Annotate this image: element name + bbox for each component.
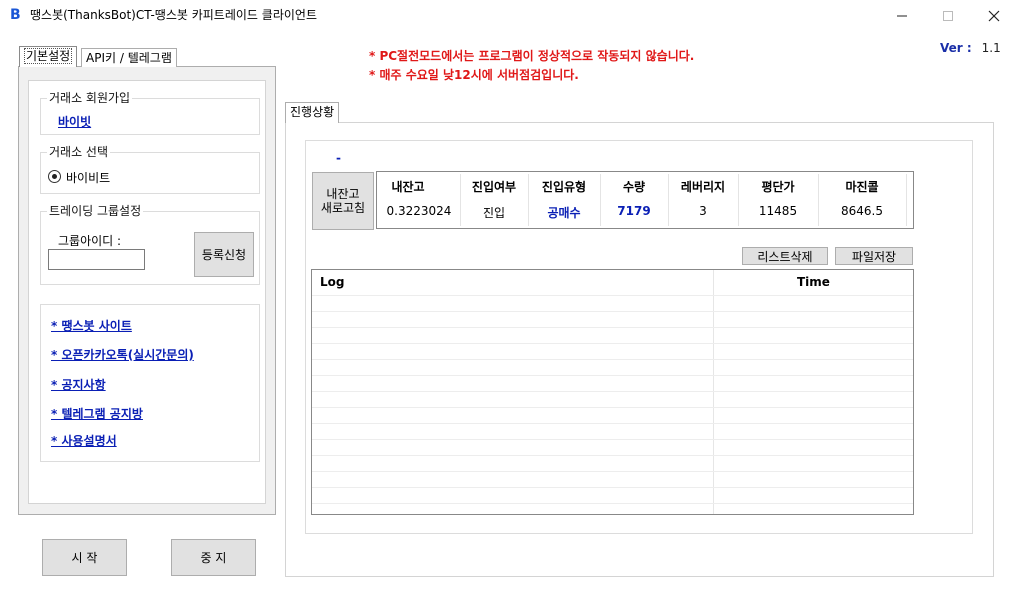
value-margin-call: 8646.5 <box>841 204 883 218</box>
tab-basic-settings[interactable]: 기본설정 <box>19 46 78 67</box>
value-avg-price: 11485 <box>758 204 798 218</box>
header-quantity: 수량 <box>622 180 646 194</box>
exchange-join-link[interactable]: 바이빗 <box>58 113 91 130</box>
header-entry-status: 진입여부 <box>471 180 517 194</box>
link-telegram-notice[interactable]: * 텔레그램 공지방 <box>51 405 143 422</box>
time-column-header[interactable]: Time <box>797 275 830 289</box>
value-balance: 0.3223024 <box>386 204 452 218</box>
log-column-header[interactable]: Log <box>320 275 344 289</box>
thanksbot-logo-icon: B <box>10 7 21 23</box>
minimize-icon <box>897 15 907 16</box>
group-id-label: 그룹아이디 : <box>58 234 122 248</box>
register-button[interactable]: 등록신청 <box>194 232 254 277</box>
tab-api-telegram[interactable]: API키 / 텔레그램 <box>81 48 177 67</box>
log-row-line <box>312 295 913 296</box>
link-thanksbot-site[interactable]: * 땡스봇 사이트 <box>51 317 132 334</box>
link-notices[interactable]: * 공지사항 <box>51 376 106 393</box>
save-file-button[interactable]: 파일저장 <box>835 247 913 265</box>
close-icon <box>988 10 1000 21</box>
exchange-radio[interactable] <box>48 170 61 183</box>
log-row-line <box>312 375 913 376</box>
version-label: Ver : 1.1 <box>940 41 1001 55</box>
status-marker: - <box>336 151 341 165</box>
clear-list-button[interactable]: 리스트삭제 <box>742 247 828 265</box>
notice-maintenance: * 매주 수요일 낮12시에 서버점검입니다. <box>369 68 579 82</box>
log-row-line <box>312 359 913 360</box>
header-entry-type: 진입유형 <box>541 180 587 194</box>
log-column-separator <box>713 270 714 514</box>
col-sep <box>906 174 907 226</box>
log-row-line <box>312 439 913 440</box>
tab-progress[interactable]: 진행상황 <box>285 102 340 123</box>
start-button[interactable]: 시 작 <box>42 539 127 576</box>
value-quantity: 7179 <box>617 204 651 218</box>
header-balance: 내잔고 <box>391 180 425 194</box>
exchange-join-title: 거래소 회원가입 <box>47 91 133 105</box>
value-entry-type: 공매수 <box>547 206 581 220</box>
log-row-line <box>312 407 913 408</box>
header-margin-call: 마진콜 <box>845 180 879 194</box>
close-button[interactable] <box>971 0 1017 31</box>
log-row-line <box>312 311 913 312</box>
refresh-balance-button[interactable]: 내잔고 새로고침 <box>312 172 374 230</box>
notice-power-saving: * PC절전모드에서는 프로그램이 정상적으로 작동되지 않습니다. <box>369 49 695 63</box>
exchange-select-title: 거래소 선택 <box>47 145 111 159</box>
maximize-icon <box>943 10 953 21</box>
link-open-kakaotalk[interactable]: * 오픈카카오톡(실시간문의) <box>51 346 194 363</box>
log-row-line <box>312 343 913 344</box>
exchange-radio-label[interactable]: 바이비트 <box>66 169 110 186</box>
version-title: Ver : <box>940 41 972 55</box>
log-row-line <box>312 503 913 504</box>
header-avg-price: 평단가 <box>761 180 795 194</box>
value-leverage: 3 <box>699 204 707 218</box>
log-row-line <box>312 487 913 488</box>
group-id-input[interactable] <box>48 249 145 270</box>
log-list[interactable]: Log Time <box>311 269 914 515</box>
log-row-line <box>312 423 913 424</box>
window-title: 땡스봇(ThanksBot)CT-땡스봇 카피트레이드 클라이언트 <box>30 8 317 22</box>
log-row-line <box>312 455 913 456</box>
header-leverage: 레버리지 <box>680 180 726 194</box>
minimize-button[interactable] <box>879 0 925 31</box>
maximize-button[interactable] <box>925 0 971 31</box>
tab-basic-label: 기본설정 <box>24 48 73 64</box>
log-row-line <box>312 327 913 328</box>
refresh-balance-label: 내잔고 새로고침 <box>320 187 366 215</box>
log-row-line <box>312 471 913 472</box>
log-row-line <box>312 391 913 392</box>
position-status-table: 내잔고 진입여부 진입유형 수량 레버리지 평단가 마진콜 0.3223024 … <box>376 171 914 229</box>
stop-button[interactable]: 중 지 <box>171 539 256 576</box>
value-entry-status: 진입 <box>482 206 506 220</box>
version-value: 1.1 <box>981 41 1001 55</box>
link-user-manual[interactable]: * 사용설명서 <box>51 432 117 449</box>
trading-group-title: 트레이딩 그룹설정 <box>47 204 144 218</box>
